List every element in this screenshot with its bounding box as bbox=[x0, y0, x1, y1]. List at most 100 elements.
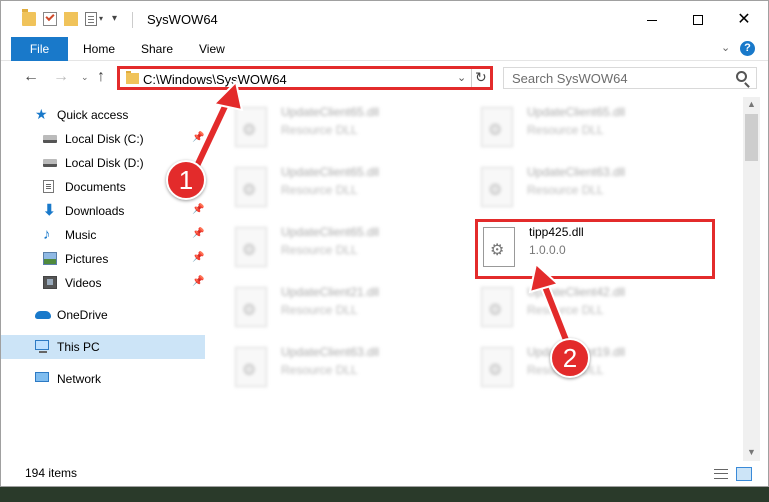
customize-toolbar-icon[interactable]: ▾ bbox=[112, 13, 117, 24]
maximize-button[interactable] bbox=[675, 1, 721, 37]
file-name: UpdateClient63.dll bbox=[281, 345, 380, 359]
rename-icon[interactable] bbox=[85, 12, 97, 26]
callout-1: 1 bbox=[166, 160, 206, 200]
file-type: Resource DLL bbox=[281, 123, 358, 137]
drive-icon bbox=[43, 135, 57, 143]
large-icons-view-icon[interactable] bbox=[736, 467, 752, 481]
documents-icon bbox=[43, 180, 54, 193]
list-item[interactable]: UpdateClient65.dll Resource DLL bbox=[211, 157, 451, 207]
scroll-up-icon[interactable]: ▲ bbox=[747, 99, 756, 109]
dll-file-icon bbox=[481, 287, 513, 327]
sidebar-item-downloads[interactable]: ⬇ Downloads 📌 bbox=[1, 199, 205, 223]
status-bar: 194 items bbox=[1, 461, 768, 486]
pin-icon[interactable]: 📌 bbox=[192, 276, 204, 287]
scrollbar-thumb[interactable] bbox=[745, 114, 758, 161]
file-type: Resource DLL bbox=[281, 363, 358, 377]
title-divider bbox=[132, 12, 133, 28]
pin-icon[interactable]: 📌 bbox=[192, 204, 204, 215]
list-item[interactable]: UpdateClient63.dll Resource DLL bbox=[457, 157, 697, 207]
file-name: UpdateClient65.dll bbox=[281, 165, 380, 179]
item-count: 194 items bbox=[25, 466, 78, 480]
search-input[interactable] bbox=[512, 71, 732, 86]
address-divider bbox=[471, 69, 472, 87]
expand-ribbon-icon[interactable]: ⌄ bbox=[721, 41, 730, 54]
pin-icon[interactable]: 📌 bbox=[192, 132, 204, 143]
chevron-down-icon[interactable]: ⌄ bbox=[457, 71, 466, 84]
sidebar-item-music[interactable]: ♪ Music 📌 bbox=[1, 223, 205, 247]
file-type: Resource DLL bbox=[281, 183, 358, 197]
sidebar-item-videos[interactable]: Videos 📌 bbox=[1, 271, 205, 295]
dll-file-icon bbox=[235, 107, 267, 147]
close-button[interactable]: ✕ bbox=[721, 1, 767, 37]
list-item[interactable]: UpdateClient63.dll Resource DLL bbox=[211, 337, 451, 387]
file-name: UpdateClient65.dll bbox=[527, 105, 626, 119]
file-type: Resource DLL bbox=[527, 183, 604, 197]
network-icon bbox=[35, 372, 49, 382]
list-item[interactable]: UpdateClient42.dll Resource DLL bbox=[457, 277, 697, 327]
folder-icon bbox=[126, 71, 139, 84]
file-list: UpdateClient65.dll Resource DLL UpdateCl… bbox=[211, 97, 743, 461]
dll-file-icon bbox=[481, 107, 513, 147]
list-item[interactable]: UpdateClient65.dll Resource DLL bbox=[211, 97, 451, 147]
sidebar-item-label: OneDrive bbox=[57, 308, 108, 322]
tab-home[interactable]: Home bbox=[83, 37, 115, 61]
address-bar[interactable]: C:\Windows\SysWOW64 ⌄ ↻ bbox=[117, 66, 493, 90]
title-bar: ▾ ▾ SysWOW64 ✕ bbox=[1, 1, 768, 37]
computer-icon bbox=[35, 340, 49, 353]
sidebar-item-network[interactable]: Network bbox=[1, 367, 205, 391]
file-name: UpdateClient65.dll bbox=[281, 105, 380, 119]
sidebar-item-local-disk-c[interactable]: Local Disk (C:) 📌 bbox=[1, 127, 205, 151]
address-path[interactable]: C:\Windows\SysWOW64 bbox=[143, 72, 287, 87]
new-folder-icon[interactable] bbox=[64, 12, 78, 26]
star-icon: ★ bbox=[35, 106, 48, 122]
file-name: UpdateClient63.dll bbox=[527, 165, 626, 179]
list-item[interactable]: UpdateClient21.dll Resource DLL bbox=[211, 277, 451, 327]
close-icon: ✕ bbox=[737, 11, 751, 28]
up-arrow-icon[interactable]: ↑ bbox=[97, 68, 105, 86]
sidebar-item-onedrive[interactable]: OneDrive bbox=[1, 303, 205, 327]
address-row: ← → ⌄ ↑ C:\Windows\SysWOW64 ⌄ ↻ bbox=[1, 61, 768, 95]
back-arrow-icon[interactable]: ← bbox=[23, 68, 39, 86]
cloud-icon bbox=[35, 311, 51, 319]
refresh-icon[interactable]: ↻ bbox=[475, 69, 487, 86]
sidebar-item-label: Documents bbox=[65, 180, 126, 194]
target-file-highlight bbox=[475, 219, 715, 279]
folder-icon[interactable] bbox=[22, 9, 36, 26]
scroll-down-icon[interactable]: ▼ bbox=[747, 447, 756, 457]
tab-file[interactable]: File bbox=[11, 37, 68, 61]
search-box[interactable] bbox=[503, 67, 757, 89]
sidebar-item-label: Downloads bbox=[65, 204, 125, 218]
dll-file-icon bbox=[235, 287, 267, 327]
drive-icon bbox=[43, 159, 57, 167]
details-view-icon[interactable] bbox=[714, 469, 728, 479]
tab-view[interactable]: View bbox=[199, 37, 225, 61]
sidebar-item-label: Network bbox=[57, 372, 102, 386]
ribbon-tabs: File Home Share View ⌄ ? bbox=[1, 37, 768, 61]
download-icon: ⬇ bbox=[43, 202, 56, 219]
dll-file-icon bbox=[481, 347, 513, 387]
tab-share[interactable]: Share bbox=[141, 37, 173, 61]
pin-icon[interactable]: 📌 bbox=[192, 228, 204, 239]
recent-locations-icon[interactable]: ⌄ bbox=[81, 72, 89, 83]
pin-icon[interactable]: 📌 bbox=[192, 252, 204, 263]
sidebar-item-label: Quick access bbox=[57, 108, 129, 122]
callout-2: 2 bbox=[550, 338, 590, 378]
minimize-button[interactable] bbox=[629, 1, 675, 37]
forward-arrow-icon[interactable]: → bbox=[53, 68, 69, 86]
list-item[interactable]: UpdateClient65.dll Resource DLL bbox=[457, 97, 697, 147]
sidebar-item-label: Local Disk (D:) bbox=[65, 156, 144, 170]
help-icon[interactable]: ? bbox=[740, 41, 755, 56]
properties-check-icon[interactable] bbox=[43, 12, 57, 26]
vertical-scrollbar[interactable]: ▲ ▼ bbox=[743, 97, 760, 461]
videos-icon bbox=[43, 276, 57, 289]
sidebar-item-pictures[interactable]: Pictures 📌 bbox=[1, 247, 205, 271]
music-icon: ♪ bbox=[43, 226, 51, 243]
sidebar-item-label: Videos bbox=[65, 276, 102, 290]
sidebar-item-quick-access[interactable]: ★ Quick access bbox=[1, 103, 205, 127]
chevron-down-icon[interactable]: ▾ bbox=[99, 14, 103, 23]
sidebar-item-this-pc[interactable]: This PC bbox=[1, 335, 205, 359]
file-type: Resource DLL bbox=[281, 303, 358, 317]
search-icon[interactable] bbox=[736, 71, 747, 82]
navigation-pane: ★ Quick access Local Disk (C:) 📌 Local D… bbox=[1, 97, 211, 461]
minimize-icon bbox=[647, 19, 657, 21]
